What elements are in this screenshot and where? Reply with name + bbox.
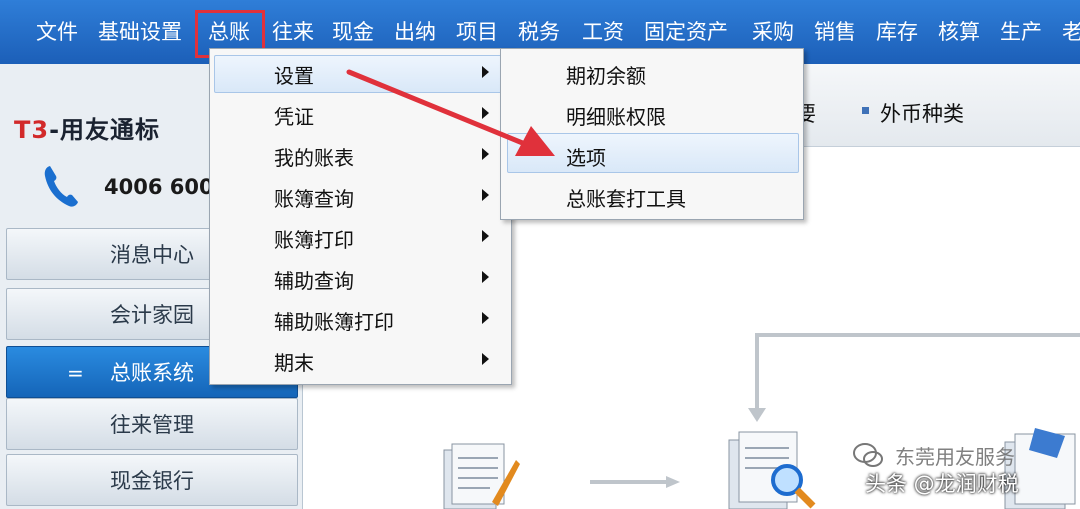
phone-number: 4006 600 <box>104 175 214 199</box>
watermark-author: 头条 @龙润财税 <box>865 472 1019 496</box>
nav-label: 往来管理 <box>110 413 194 437</box>
menu-item-detail-ledger-permission[interactable]: 明细账权限 <box>566 101 666 130</box>
menu-cash[interactable]: 现金 <box>332 16 374 46</box>
menu-basic-settings[interactable]: 基础设置 <box>98 16 182 46</box>
submenu-arrow-icon <box>482 271 489 283</box>
phone-icon <box>44 166 78 207</box>
annotation-arrow-icon <box>346 69 555 156</box>
menu-accounting[interactable]: 核算 <box>938 16 980 46</box>
submenu-arrow-icon <box>482 230 489 242</box>
menu-file[interactable]: 文件 <box>36 16 78 46</box>
menu-production[interactable]: 生产 <box>1000 16 1042 46</box>
menu-item-ledger-query[interactable]: 账簿查询 <box>274 183 354 212</box>
brand-name: -用友通标 <box>49 116 161 144</box>
voucher-icon[interactable] <box>440 440 520 509</box>
menu-item-options[interactable]: 选项 <box>566 142 606 171</box>
menu-cashier[interactable]: 出纳 <box>394 16 436 46</box>
menu-sales[interactable]: 销售 <box>814 16 856 46</box>
brand-prefix: T3 <box>14 116 50 144</box>
bullet-icon <box>862 107 869 114</box>
nav-label: 现金银行 <box>110 469 194 493</box>
menu-item-ledger-print[interactable]: 账簿打印 <box>274 224 354 253</box>
nav-receivables-mgmt[interactable]: 往来管理 <box>6 398 298 450</box>
menu-item-ledger-print-tool[interactable]: 总账套打工具 <box>566 183 686 212</box>
menu-more-partial[interactable]: 老 <box>1062 16 1080 46</box>
menu-item-opening-balance[interactable]: 期初余额 <box>566 60 646 89</box>
wechat-icon <box>853 443 883 467</box>
menu-fixed-assets[interactable]: 固定资产 <box>644 16 728 46</box>
tab-foreign-currency[interactable]: 外币种类 <box>880 98 964 128</box>
menu-item-my-reports[interactable]: 我的账表 <box>274 142 354 171</box>
nav-label: 消息中心 <box>110 243 194 267</box>
flow-arrow-icon <box>590 476 680 488</box>
menu-item-period-end[interactable]: 期末 <box>274 347 314 376</box>
menu-purchase[interactable]: 采购 <box>752 16 794 46</box>
menu-inventory[interactable]: 库存 <box>876 16 918 46</box>
submenu-arrow-icon <box>482 189 489 201</box>
menu-tax[interactable]: 税务 <box>518 16 560 46</box>
menu-payroll[interactable]: 工资 <box>582 16 624 46</box>
menu-item-settings[interactable]: 设置 <box>274 60 314 89</box>
submenu-arrow-icon <box>482 353 489 365</box>
menu-item-aux-query[interactable]: 辅助查询 <box>274 265 354 294</box>
submenu-arrow-icon <box>482 312 489 324</box>
watermark-source: 东莞用友服务 <box>895 445 1015 469</box>
query-icon[interactable] <box>725 428 820 509</box>
flow-line <box>755 333 1080 337</box>
menu-item-voucher[interactable]: 凭证 <box>274 101 314 130</box>
nav-label: 总账系统 <box>110 361 194 385</box>
menu-project[interactable]: 项目 <box>456 16 498 46</box>
nav-cash-bank[interactable]: 现金银行 <box>6 454 298 506</box>
brand-logo: T3-用友通标 <box>14 110 160 145</box>
active-marker: = <box>67 361 84 385</box>
flow-down-arrow-icon <box>748 408 766 422</box>
nav-label: 会计家园 <box>110 303 194 327</box>
menu-item-aux-ledger-print[interactable]: 辅助账簿打印 <box>274 306 394 335</box>
menu-receivables[interactable]: 往来 <box>272 16 314 46</box>
